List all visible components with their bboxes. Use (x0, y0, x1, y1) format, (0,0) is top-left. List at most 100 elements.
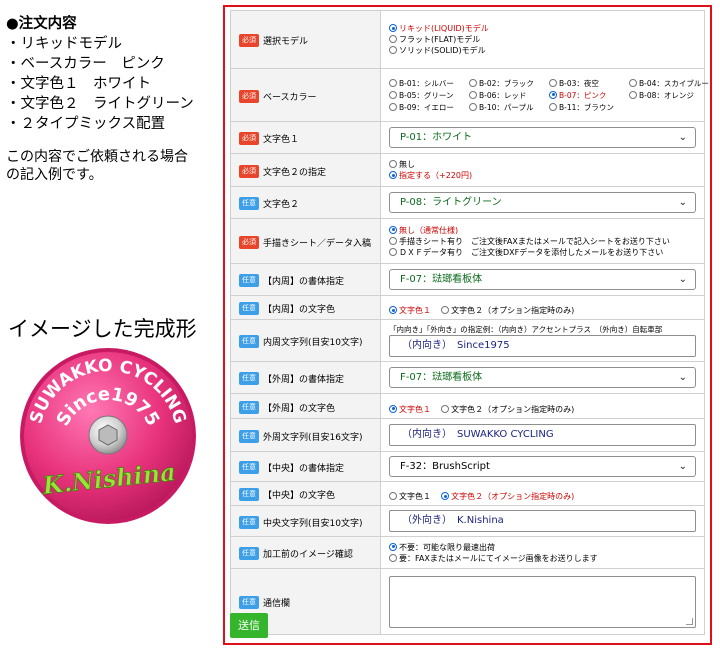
label-center-font: 【中央】の書体指定 (263, 464, 345, 474)
optional-tag: 任意 (239, 488, 259, 501)
radio-center-color-2[interactable]: 文字色２（オプション指定時のみ) (441, 492, 574, 501)
order-item: ・文字色１ ホワイト (6, 76, 151, 92)
chevron-down-icon: ⌄ (678, 197, 687, 208)
base-color-options: B-01：シルバー B-02：ブラック B-03：夜空 B-04：スカイブルー … (389, 78, 709, 113)
radio-inner-color-2[interactable]: 文字色２（オプション指定時のみ) (441, 306, 574, 315)
form-table: 必須 選択モデル リキッド(LIQUID)モデル フラット(FLAT)モデル ソリ… (230, 10, 709, 635)
inner-font-select[interactable]: F-07：琺瑯看板体 ⌄ (389, 269, 696, 290)
row-handwriting: 必須 手描きシート／データ入稿 無し（通常仕様) 手描きシート有り ご注文後FAX… (230, 218, 705, 264)
order-heading: ●注文内容 (6, 16, 77, 32)
submit-button[interactable]: 送信 (230, 613, 268, 638)
radio-b03[interactable]: B-03：夜空 (549, 78, 629, 89)
order-item: ・リキッドモデル (6, 36, 122, 52)
required-tag: 必須 (239, 132, 259, 145)
note-line: の記入例です。 (6, 167, 103, 183)
radio-outer-color-2[interactable]: 文字色２（オプション指定時のみ) (441, 404, 574, 414)
optional-tag: 任意 (239, 596, 259, 609)
text-color-2-select[interactable]: P-08：ライトグリーン ⌄ (389, 192, 696, 213)
row-inner-color: 任意 【内周】の文字色 文字色１ 文字色２（オプション指定時のみ) (230, 295, 705, 320)
chevron-down-icon: ⌄ (678, 372, 687, 383)
label-inner-font: 【内周】の書体指定 (263, 277, 345, 287)
radio-b04[interactable]: B-04：スカイブルー (629, 78, 709, 89)
radio-outer-color-1[interactable]: 文字色１ (389, 404, 431, 414)
label-preview: 加工前のイメージ確認 (263, 550, 353, 560)
radio-b10[interactable]: B-10：パープル (469, 102, 549, 113)
radio-color2-none[interactable]: 無し (389, 159, 696, 170)
required-tag: 必須 (239, 235, 259, 249)
label-center-color: 【中央】の文字色 (263, 491, 336, 501)
optional-tag: 任意 (239, 335, 259, 348)
row-inner-font: 任意 【内周】の書体指定 F-07：琺瑯看板体 ⌄ (230, 263, 705, 296)
row-text-color-2-spec: 必須 文字色２の指定 無し 指定する（+220円) (230, 153, 705, 187)
label-text-color-1: 文字色１ (263, 135, 300, 145)
row-text-color-2: 任意 文字色２ P-08：ライトグリーン ⌄ (230, 186, 705, 219)
outer-text-input[interactable]: （内向き） SUWAKKO CYCLING (389, 424, 696, 446)
outer-font-select[interactable]: F-07：琺瑯看板体 ⌄ (389, 367, 696, 388)
example-note: この内容でご依頼される場合 の記入例です。 (6, 148, 221, 184)
row-preview: 任意 加工前のイメージ確認 不要：可能な限り最速出荷 要：FAXまたはメールにてイ… (230, 536, 705, 569)
radio-model-flat[interactable]: フラット(FLAT)モデル (389, 34, 696, 45)
row-center-font: 任意 【中央】の書体指定 F-32：BrushScript ⌄ (230, 451, 705, 482)
direction-hint: 「内向き」「外向き」の指定例：（内向き）アクセントプラス （外向き）自転車部 (389, 324, 663, 334)
row-base-color: 必須 ベースカラー B-01：シルバー B-02：ブラック B-03：夜空 B-0… (230, 68, 709, 122)
order-form: 必須 選択モデル リキッド(LIQUID)モデル フラット(FLAT)モデル ソリ… (223, 5, 712, 645)
radio-b06[interactable]: B-06：レッド (469, 90, 549, 101)
badge-preview-image: SUWAKKO CYCLING Since1975 K.Nishina (20, 348, 196, 524)
required-tag: 必須 (239, 34, 259, 47)
optional-tag: 任意 (239, 461, 259, 474)
label-outer-color: 【外周】の文字色 (263, 403, 336, 414)
hex-socket-icon (98, 424, 118, 446)
radio-b11[interactable]: B-11：ブラウン (549, 102, 629, 113)
row-inner-text: 任意 内周文字列(目安10文字) 「内向き」「外向き」の指定例：（内向き）アクセン… (230, 319, 705, 362)
chevron-down-icon: ⌄ (678, 274, 687, 285)
radio-center-color-1[interactable]: 文字色１ (389, 492, 431, 501)
center-text-input[interactable]: （外向き） K.Nishina (389, 510, 696, 532)
radio-color2-specify[interactable]: 指定する（+220円) (389, 170, 696, 181)
required-tag: 必須 (239, 89, 259, 103)
note-line: この内容でご依頼される場合 (6, 149, 188, 165)
optional-tag: 任意 (239, 302, 259, 315)
order-item: ・２タイプミックス配置 (6, 116, 166, 132)
inner-text-input[interactable]: （内向き） Since1975 (389, 334, 696, 357)
row-outer-font: 任意 【外周】の書体指定 F-07：琺瑯看板体 ⌄ (230, 361, 705, 394)
radio-inner-color-1[interactable]: 文字色１ (389, 306, 431, 315)
label-text-color-2: 文字色２ (263, 200, 300, 210)
optional-tag: 任意 (239, 547, 259, 560)
optional-tag: 任意 (239, 429, 259, 443)
optional-tag: 任意 (239, 197, 259, 210)
required-tag: 必須 (239, 164, 259, 178)
radio-preview-none[interactable]: 不要：可能な限り最速出荷 (389, 542, 696, 553)
row-center-text: 任意 中央文字列(目安10文字) （外向き） K.Nishina (230, 505, 705, 537)
optional-tag: 任意 (239, 515, 259, 529)
radio-b07[interactable]: B-07：ピンク (549, 90, 629, 101)
radio-preview-required[interactable]: 要：FAXまたはメールにてイメージ画像をお送りします (389, 553, 696, 564)
radio-handwriting-sheet[interactable]: 手描きシート有り ご注文後FAXまたはメールで記入シートをお送り下さい (389, 236, 696, 247)
order-summary: ●注文内容 ・リキッドモデル ・ベースカラー ピンク ・文字色１ ホワイト ・文… (6, 14, 221, 184)
chevron-down-icon: ⌄ (678, 461, 687, 472)
radio-b02[interactable]: B-02：ブラック (469, 78, 549, 89)
row-text-color-1: 必須 文字色１ P-01：ホワイト ⌄ (230, 121, 705, 154)
label-outer-text: 外周文字列(目安16文字) (263, 432, 363, 443)
radio-b09[interactable]: B-09：イエロー (389, 102, 469, 113)
label-inner-text: 内周文字列(目安10文字) (263, 338, 363, 348)
radio-handwriting-dxf[interactable]: ＤＸＦデータ有り ご注文後DXFデータを添付したメールをお送り下さい (389, 247, 696, 258)
radio-handwriting-none[interactable]: 無し（通常仕様) (389, 225, 696, 236)
optional-tag: 任意 (239, 372, 259, 385)
radio-b01[interactable]: B-01：シルバー (389, 78, 469, 89)
memo-textarea[interactable] (389, 575, 696, 628)
radio-model-solid[interactable]: ソリッド(SOLID)モデル (389, 45, 696, 56)
center-font-select[interactable]: F-32：BrushScript ⌄ (389, 456, 696, 477)
radio-model-liquid[interactable]: リキッド(LIQUID)モデル (389, 23, 696, 34)
radio-b05[interactable]: B-05：グリーン (389, 90, 469, 101)
optional-tag: 任意 (239, 274, 259, 287)
order-item: ・文字色２ ライトグリーン (6, 96, 194, 112)
text-color-1-select[interactable]: P-01：ホワイト ⌄ (389, 127, 696, 148)
radio-b08[interactable]: B-08：オレンジ (629, 90, 709, 101)
label-model: 選択モデル (263, 37, 309, 47)
order-item: ・ベースカラー ピンク (6, 56, 165, 72)
label-handwriting: 手描きシート／データ入稿 (263, 238, 372, 249)
label-base-color: ベースカラー (263, 92, 317, 103)
label-outer-font: 【外周】の書体指定 (263, 375, 345, 385)
label-memo: 通信欄 (263, 599, 291, 609)
label-text-color-2-spec: 文字色２の指定 (263, 167, 327, 178)
